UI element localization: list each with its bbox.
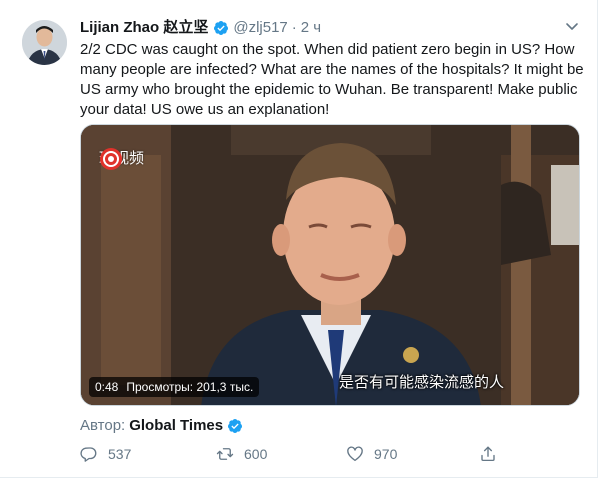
tweet-text: 2/2 CDC was caught on the spot. When did… (80, 41, 584, 118)
video-frame (81, 125, 579, 405)
watermark-logo-icon (100, 148, 122, 170)
reply-icon (80, 447, 97, 462)
reply-button[interactable]: 537 (80, 443, 131, 465)
verified-badge-icon (214, 21, 229, 35)
chevron-down-icon[interactable] (564, 18, 580, 34)
video-views: Просмотры: 201,3 тыс. (126, 380, 254, 394)
attribution-name[interactable]: Global Times (129, 416, 223, 436)
tweet-card[interactable]: Lijian Zhao 赵立坚 @zlj517 · 2 ч 2/2 CDC wa… (0, 0, 598, 478)
video-watermark: 环视频 (99, 147, 144, 170)
avatar-image (22, 20, 67, 65)
author-handle[interactable]: @zlj517 (233, 18, 287, 38)
attribution-label: Автор: (80, 417, 126, 434)
media-attribution: Автор: Global Times (80, 416, 247, 436)
reply-count: 537 (108, 446, 132, 462)
retweet-count: 600 (244, 446, 268, 462)
share-icon (481, 446, 495, 462)
video-duration: 0:48 (95, 380, 119, 394)
tweet-header: Lijian Zhao 赵立坚 @zlj517 · 2 ч (80, 18, 321, 38)
tweet-actions: 537 600 970 (76, 443, 506, 465)
like-button[interactable]: 970 (346, 443, 397, 465)
retweet-button[interactable]: 600 (216, 443, 267, 465)
like-count: 970 (374, 446, 398, 462)
video-player[interactable]: 环视频 是否有可能感染流感的人 0:48 Просмотры: 201,3 тыс… (80, 124, 580, 406)
video-subtitle: 是否有可能感染流感的人 (339, 373, 505, 391)
heart-icon (347, 446, 363, 462)
author-name[interactable]: Lijian Zhao 赵立坚 (80, 18, 208, 38)
tweet-timestamp[interactable]: 2 ч (301, 18, 321, 38)
share-button[interactable] (479, 443, 507, 465)
avatar[interactable] (22, 20, 67, 65)
video-duration-views: 0:48 Просмотры: 201,3 тыс. (89, 377, 260, 397)
separator-dot: · (291, 19, 297, 36)
retweet-icon (216, 448, 234, 460)
verified-badge-icon (228, 419, 243, 433)
